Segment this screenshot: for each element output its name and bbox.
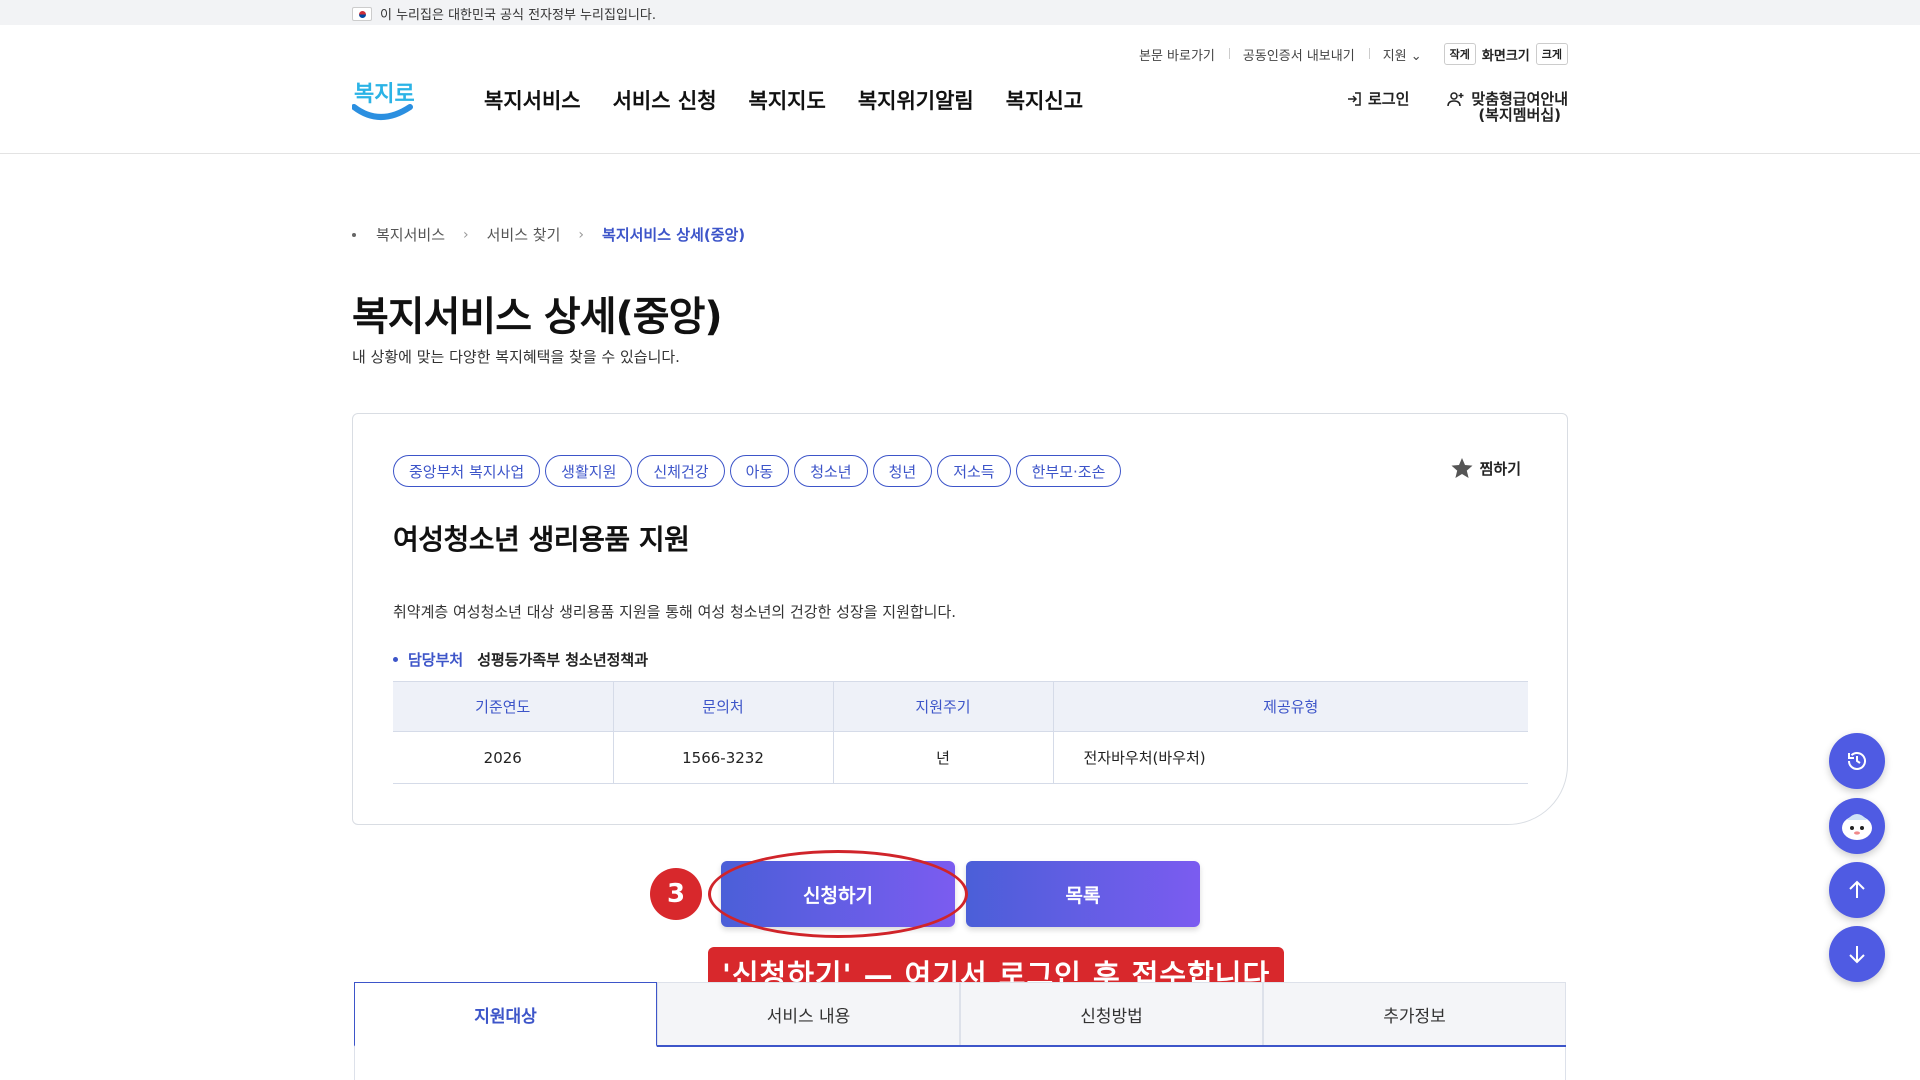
font-size-controls: 작게 화면크기 크게: [1443, 43, 1568, 65]
page-subtitle: 내 상황에 맞는 다양한 복지혜택을 찾을 수 있습니다.: [352, 348, 680, 366]
tab-panel: [354, 1047, 1566, 1080]
tag[interactable]: 아동: [729, 455, 790, 487]
department-info: 담당부처 성평등가족부 청소년정책과: [393, 649, 648, 670]
user-add-icon: [1447, 92, 1464, 107]
tag[interactable]: 청소년: [794, 455, 868, 487]
service-card: 중앙부처 복지사업 생활지원 신체건강 아동 청소년 청년 저소득 한부모·조손…: [352, 413, 1568, 825]
tag[interactable]: 한부모·조손: [1015, 455, 1122, 487]
table-cell: 전자바우처(바우처): [1052, 731, 1528, 784]
table-header: 지원주기: [832, 681, 1053, 732]
font-size-label: 화면크기: [1481, 48, 1530, 64]
department-value: 성평등가족부 청소년정책과: [477, 651, 649, 669]
history-icon: [1848, 752, 1866, 770]
membership-link[interactable]: 맞춤형급여안내 (복지멤버십): [1447, 91, 1568, 123]
recent-history-button[interactable]: [1829, 733, 1885, 789]
svg-text:복지로: 복지로: [354, 82, 414, 107]
table-cell: 1566-3232: [612, 731, 833, 784]
detail-tabs: 지원대상 서비스 내용 신청방법 추가정보: [354, 982, 1566, 1047]
font-smaller-button[interactable]: 작게: [1443, 43, 1476, 65]
nav-crisis-alert[interactable]: 복지위기알림: [858, 85, 974, 115]
tag[interactable]: 생활지원: [545, 455, 633, 487]
chevron-down-icon: ⌄: [1410, 48, 1422, 64]
chatbot-icon: [1842, 814, 1872, 840]
cert-export-link[interactable]: 공동인증서 내보내기: [1228, 45, 1369, 64]
gov-banner-text: 이 누리집은 대한민국 공식 전자정부 누리집입니다.: [380, 8, 656, 23]
site-logo[interactable]: 복지로: [351, 73, 415, 125]
skip-to-content-link[interactable]: 본문 바로가기: [1125, 45, 1229, 64]
scroll-bottom-button[interactable]: [1829, 926, 1885, 982]
arrow-down-icon: [1849, 946, 1865, 964]
table-cell: 년: [832, 731, 1053, 784]
table-header: 기준연도: [393, 681, 613, 732]
breadcrumb-bullet: [352, 232, 356, 237]
department-label: 담당부처: [408, 651, 464, 669]
utility-nav: 본문 바로가기 공동인증서 내보내기 지원 ⌄ 작게 화면크기 크게: [1125, 43, 1568, 65]
nav-welfare-service[interactable]: 복지서비스: [484, 85, 581, 115]
tag[interactable]: 청년: [872, 455, 933, 487]
tab-eligibility[interactable]: 지원대상: [354, 982, 657, 1047]
tag[interactable]: 저소득: [937, 455, 1011, 487]
gov-banner: 이 누리집은 대한민국 공식 전자정부 누리집입니다.: [0, 0, 1920, 25]
breadcrumb-current: 복지서비스 상세(중앙): [602, 226, 746, 244]
service-info-table: 기준연도 문의처 지원주기 제공유형 2026 1566-3232 년 전자바우…: [393, 681, 1528, 784]
support-label: 지원: [1382, 48, 1407, 64]
tab-service-content[interactable]: 서비스 내용: [657, 982, 960, 1045]
support-menu[interactable]: 지원 ⌄: [1368, 45, 1436, 64]
breadcrumb-item[interactable]: 복지서비스: [376, 224, 445, 245]
star-icon: [1451, 458, 1473, 478]
nav-welfare-report[interactable]: 복지신고: [1006, 85, 1083, 115]
table-header: 제공유형: [1052, 681, 1528, 732]
list-button[interactable]: 목록: [966, 861, 1200, 927]
bullet-icon: [393, 657, 398, 662]
tag-list: 중앙부처 복지사업 생활지원 신체건강 아동 청소년 청년 저소득 한부모·조손: [393, 455, 1122, 487]
favorite-button[interactable]: 찜하기: [1450, 456, 1521, 480]
service-description: 취약계층 여성청소년 대상 생리용품 지원을 통해 여성 청소년의 건강한 성장…: [393, 603, 957, 621]
korea-flag-icon: [352, 6, 372, 21]
table-header: 문의처: [612, 681, 833, 732]
arrow-up-icon: [1849, 880, 1865, 898]
favorite-label: 찜하기: [1479, 459, 1521, 478]
member-menu: 로그인 맞춤형급여안내 (복지멤버십): [1346, 91, 1568, 123]
login-link[interactable]: 로그인: [1346, 91, 1409, 123]
chevron-right-icon: ›: [578, 226, 585, 243]
tag[interactable]: 신체건강: [637, 455, 725, 487]
font-larger-button[interactable]: 크게: [1535, 43, 1568, 65]
site-header: 본문 바로가기 공동인증서 내보내기 지원 ⌄ 작게 화면크기 크게 복지로 복…: [0, 25, 1920, 154]
nav-welfare-map[interactable]: 복지지도: [749, 85, 826, 115]
apply-button[interactable]: 신청하기: [721, 861, 955, 927]
table-row: 2026 1566-3232 년 전자바우처(바우처): [393, 731, 1528, 784]
tab-additional-info[interactable]: 추가정보: [1263, 982, 1566, 1045]
step-number-badge: 3: [650, 868, 702, 920]
login-label: 로그인: [1367, 90, 1410, 108]
breadcrumb-item[interactable]: 서비스 찾기: [487, 224, 561, 245]
breadcrumb: 복지서비스 › 서비스 찾기 › 복지서비스 상세(중앙): [352, 224, 745, 245]
service-title: 여성청소년 생리용품 지원: [393, 523, 690, 556]
main-nav: 복지서비스 서비스 신청 복지지도 복지위기알림 복지신고: [484, 85, 1083, 115]
scroll-top-button[interactable]: [1829, 862, 1885, 918]
bokjiro-logo-icon: 복지로: [351, 82, 415, 120]
membership-line2: (복지멤버십): [1478, 106, 1562, 124]
table-cell: 2026: [393, 731, 613, 784]
nav-service-apply[interactable]: 서비스 신청: [613, 85, 717, 115]
tab-how-to-apply[interactable]: 신청방법: [960, 982, 1263, 1045]
table-header-row: 기준연도 문의처 지원주기 제공유형: [393, 681, 1528, 732]
chevron-right-icon: ›: [463, 226, 469, 243]
login-icon: [1347, 92, 1361, 106]
membership-label: 맞춤형급여안내 (복지멤버십): [1471, 91, 1568, 123]
tag[interactable]: 중앙부처 복지사업: [393, 455, 541, 487]
page-title: 복지서비스 상세(중앙): [352, 294, 723, 340]
chatbot-button[interactable]: [1829, 798, 1885, 854]
